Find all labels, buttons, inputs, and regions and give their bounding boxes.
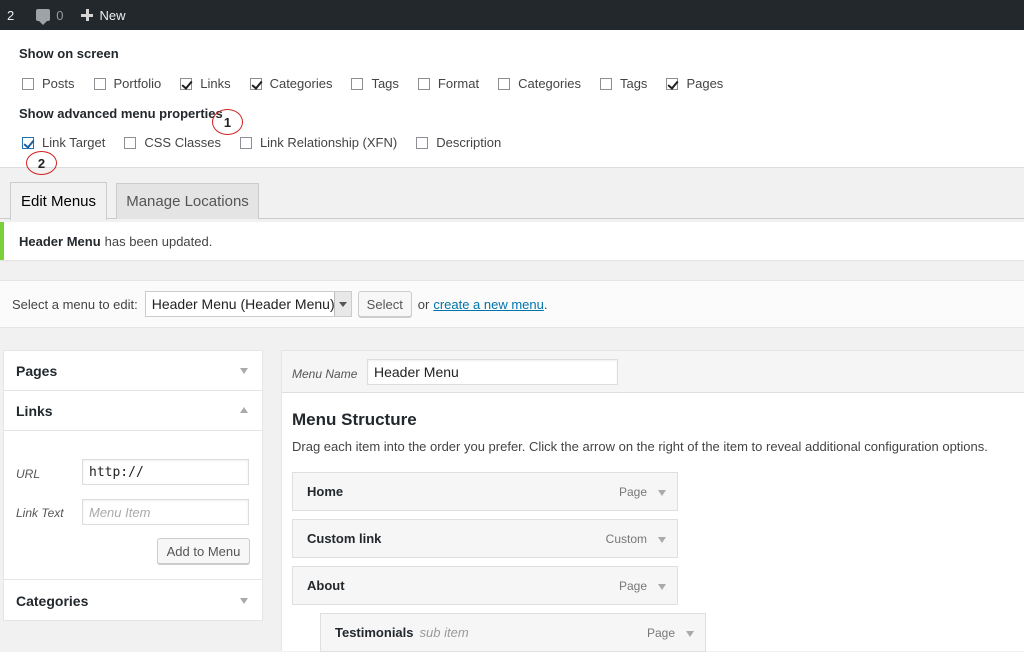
menu-structure-description: Drag each item into the order you prefer… — [292, 439, 988, 454]
menu-item-title: Custom link — [307, 531, 382, 546]
menu-item-about[interactable]: About Page — [292, 566, 678, 605]
triangle-up-icon[interactable] — [240, 407, 248, 413]
menu-structure-title: Menu Structure — [292, 410, 417, 429]
manage-menus-bar: Select a menu to edit: Header Menu (Head… — [0, 280, 1024, 328]
menu-select[interactable]: Header Menu (Header Menu) — [144, 291, 352, 317]
show-on-screen-row: Posts Portfolio Links Categories Tags Fo… — [22, 76, 742, 91]
menu-header: Menu Name Header Menu — [282, 351, 1024, 393]
menu-name-input[interactable]: Header Menu — [367, 359, 618, 385]
url-label: URL — [16, 467, 41, 481]
menu-item-title: Home — [307, 484, 344, 499]
period-text: . — [543, 296, 548, 312]
checkbox-box[interactable] — [249, 77, 262, 90]
select-button[interactable]: Select — [357, 291, 412, 317]
checkbox-box[interactable] — [416, 136, 429, 149]
plus-icon — [81, 9, 94, 21]
checkbox-portfolio-categories[interactable]: Categories — [498, 76, 581, 91]
admin-bar: 2 0 New — [0, 0, 1024, 30]
menu-item-type: Page — [646, 625, 675, 640]
menu-item-type: Custom — [605, 531, 647, 546]
checkbox-box[interactable] — [22, 136, 34, 149]
notice-message: has been updated. — [104, 233, 213, 249]
checkbox-format[interactable]: Format — [417, 76, 479, 91]
screen-options-panel: Show on screen Posts Portfolio Links Cat… — [0, 30, 1024, 175]
links-panel: URL http:// Link Text Menu Item Add to M… — [4, 431, 262, 580]
chevron-down-icon[interactable] — [686, 631, 694, 637]
menu-item-custom-link[interactable]: Custom link Custom — [292, 519, 678, 558]
tab-edit-menus[interactable]: Edit Menus — [10, 182, 107, 220]
advanced-properties-row: Link Target CSS Classes Link Relationshi… — [22, 135, 520, 150]
comment-bubble-icon — [36, 9, 51, 25]
checkbox-links[interactable]: Links — [180, 76, 231, 91]
url-input[interactable]: http:// — [82, 459, 249, 485]
triangle-down-icon[interactable] — [240, 598, 248, 604]
menu-item-title: Testimonials sub item — [335, 625, 469, 640]
add-menu-items-accordion: Pages Links URL http:// Link Text Menu I… — [3, 350, 263, 621]
link-text-input[interactable]: Menu Item — [82, 499, 249, 525]
menu-edit-panel: Menu Name Header Menu Menu Structure Dra… — [281, 350, 1024, 652]
checkbox-tags[interactable]: Tags — [351, 76, 399, 91]
checkbox-box[interactable] — [180, 77, 193, 90]
comments-count: 0 — [56, 7, 64, 23]
menu-name-label: Menu Name — [292, 367, 358, 381]
updates-item[interactable]: 2 — [7, 8, 14, 23]
annotation-callout-2: 2 — [26, 151, 57, 175]
checkbox-description[interactable]: Description — [416, 135, 501, 150]
or-text: or — [417, 296, 430, 312]
chevron-down-icon[interactable] — [658, 537, 666, 543]
chevron-down-icon[interactable] — [658, 584, 666, 590]
link-text-label: Link Text — [16, 506, 64, 520]
checkbox-css-classes[interactable]: CSS Classes — [124, 135, 221, 150]
checkbox-categories[interactable]: Categories — [249, 76, 332, 91]
update-notice: Header Menu has been updated. — [0, 222, 1024, 260]
chevron-down-icon[interactable] — [658, 490, 666, 496]
checkbox-portfolio-tags[interactable]: Tags — [599, 76, 647, 91]
checkbox-box[interactable] — [22, 77, 34, 90]
checkbox-box[interactable] — [239, 136, 252, 149]
menu-item-type: Page — [618, 578, 647, 593]
accordion-title-categories[interactable]: Categories — [16, 593, 88, 609]
show-on-screen-heading: Show on screen — [19, 46, 119, 61]
advanced-properties-heading: Show advanced menu properties — [19, 106, 223, 121]
menu-item-title: About — [307, 578, 345, 593]
select-menu-label: Select a menu to edit: — [12, 296, 138, 312]
comments-item[interactable]: 0 — [36, 7, 64, 25]
checkbox-pages[interactable]: Pages — [666, 76, 723, 91]
tab-manage-locations[interactable]: Manage Locations — [116, 183, 259, 219]
checkbox-box[interactable] — [599, 77, 612, 90]
accordion-section-categories[interactable]: Categories — [4, 580, 262, 620]
create-new-menu-link[interactable]: create a new menu — [433, 297, 544, 312]
menu-item-type: Page — [618, 484, 647, 499]
menu-select-value: Header Menu (Header Menu) — [151, 296, 335, 312]
checkbox-box[interactable] — [498, 77, 511, 90]
accordion-title-links[interactable]: Links — [16, 403, 53, 419]
checkbox-posts[interactable]: Posts — [22, 76, 75, 91]
checkbox-box[interactable] — [417, 77, 430, 90]
notice-menu-name: Header Menu — [19, 233, 101, 249]
add-to-menu-button[interactable]: Add to Menu — [157, 538, 250, 564]
menu-item-sub-label: sub item — [419, 625, 469, 640]
checkbox-link-target[interactable]: Link Target — [22, 135, 105, 150]
accordion-section-links[interactable]: Links — [4, 391, 262, 431]
checkbox-box[interactable] — [351, 77, 364, 90]
menu-item-testimonials[interactable]: Testimonials sub item Page — [320, 613, 706, 652]
triangle-down-icon[interactable] — [240, 368, 248, 374]
checkbox-box[interactable] — [124, 136, 137, 149]
accordion-title-pages[interactable]: Pages — [16, 363, 57, 379]
checkbox-box[interactable] — [666, 77, 679, 90]
accordion-section-pages[interactable]: Pages — [4, 351, 262, 391]
checkbox-box[interactable] — [93, 77, 106, 90]
updates-count: 2 — [7, 7, 15, 23]
new-content-item[interactable]: New — [81, 8, 125, 23]
checkbox-link-relationship[interactable]: Link Relationship (XFN) — [239, 135, 397, 150]
new-label: New — [99, 7, 126, 23]
annotation-callout-1: 1 — [212, 109, 243, 135]
chevron-down-icon[interactable] — [333, 292, 351, 316]
menu-item-home[interactable]: Home Page — [292, 472, 678, 511]
checkbox-portfolio[interactable]: Portfolio — [93, 76, 161, 91]
